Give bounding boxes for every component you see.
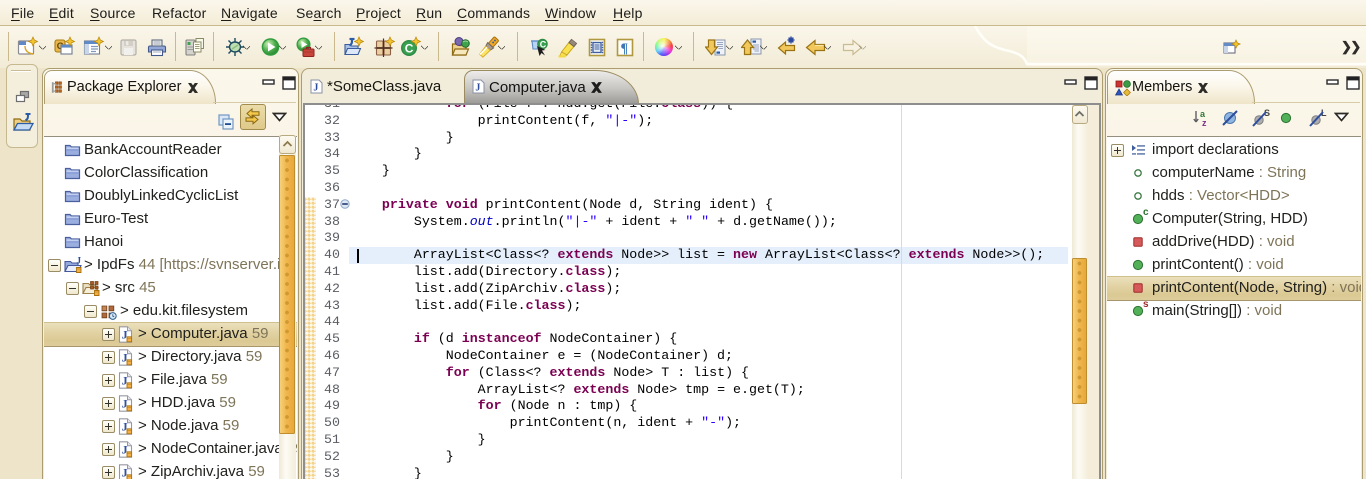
svg-text:¶: ¶ — [621, 42, 629, 57]
svg-text:z: z — [1202, 118, 1207, 128]
svg-text:J: J — [313, 83, 318, 94]
svg-text:J: J — [77, 257, 82, 266]
svg-text:J: J — [475, 83, 480, 94]
svg-text:C: C — [405, 42, 414, 56]
